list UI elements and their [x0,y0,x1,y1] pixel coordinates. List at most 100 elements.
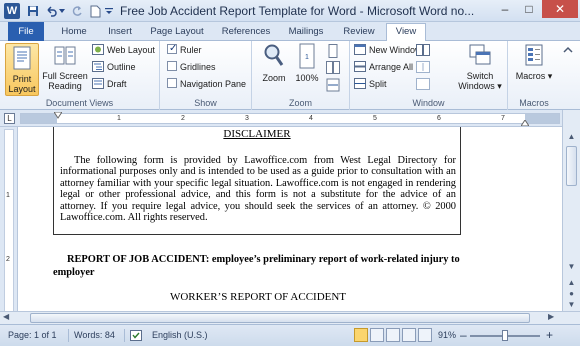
arrange-all-button[interactable]: Arrange All [354,61,413,74]
tab-selector-icon[interactable]: L [4,113,15,124]
horizontal-scrollbar[interactable]: ◀ ▶ [0,311,580,324]
new-document-icon[interactable] [88,3,102,19]
zoom-group: Zoom 1 100% Zoom [252,41,350,110]
zoom-level[interactable]: 91% [438,330,456,340]
outline-label: Outline [107,62,136,72]
switch-windows-button[interactable]: Switch Windows ▾ [458,43,502,91]
hundred-percent-button[interactable]: 1 100% [294,43,320,83]
zoom-out-button[interactable]: – [460,328,467,342]
vertical-scrollbar[interactable]: ▲ ▼ ▲ ● ▼ [562,110,580,311]
document-page[interactable]: DISCLAIMER The following form is provide… [48,127,468,311]
ruler-check-icon [167,42,177,55]
scroll-up-icon[interactable]: ▲ [565,130,578,143]
side-by-side-icon [416,44,430,58]
redo-icon[interactable] [70,3,84,19]
horizontal-scroll-thumb[interactable] [30,313,530,323]
horizontal-ruler[interactable]: 1 2 3 4 5 6 7 [20,111,560,127]
zoom-group-label: Zoom [288,98,312,108]
ruler-left-margin [21,114,57,123]
magnifier-icon [258,43,290,71]
page-width-icon [326,78,340,94]
print-layout-icon [6,46,38,72]
zoom-button[interactable]: Zoom [258,43,290,83]
macros-label: Macros ▾ [515,71,553,81]
two-pages-button[interactable] [326,61,340,74]
ruler-label: Ruler [180,45,202,55]
draft-view-icon[interactable] [418,328,432,342]
switch-windows-label-2: Windows ▾ [458,81,502,91]
full-screen-reading-icon [42,43,88,69]
tab-review[interactable]: Review [338,24,380,41]
report-heading-text: REPORT OF JOB ACCIDENT: employee’s preli… [53,254,460,278]
synchronous-scrolling-button[interactable] [416,61,430,74]
gridlines-checkbox[interactable]: Gridlines [167,61,216,74]
tab-insert[interactable]: Insert [100,24,140,41]
disclaimer-body: The following form is provided by Lawoff… [60,155,456,224]
status-bar: Page: 1 of 1 Words: 84 English (U.S.) 91… [0,324,580,346]
new-window-icon [354,44,366,55]
ruler-number: 7 [501,115,505,122]
navigation-pane-checkbox[interactable]: Navigation Pane [167,78,246,91]
ruler-number: 2 [181,115,185,122]
ruler-checkbox[interactable]: Ruler [167,42,202,57]
print-layout-view-icon[interactable] [354,328,368,342]
window-title: Free Job Accident Report Template for Wo… [120,4,475,18]
split-button[interactable]: Split [354,78,387,91]
web-layout-view-icon[interactable] [386,328,400,342]
word-app-icon[interactable]: W [4,3,20,19]
window-group: New Window Arrange All Split Switch Wind… [350,41,508,110]
macros-button[interactable]: Macros ▾ [512,43,556,81]
page-width-button[interactable] [326,78,340,94]
next-page-icon[interactable]: ▼ [565,298,578,311]
vertical-scroll-thumb[interactable] [566,146,577,186]
tab-references[interactable]: References [216,24,276,41]
macros-icon [512,43,556,69]
word-count[interactable]: Words: 84 [74,330,115,340]
ruler-bar: L 1 2 3 4 5 6 7 [0,110,580,127]
disclaimer-text: The following form is provided by Lawoff… [60,155,456,223]
zoom-slider-knob[interactable] [502,330,508,341]
full-screen-reading-button[interactable]: Full Screen Reading [42,43,88,91]
first-line-indent-marker[interactable] [53,111,63,121]
print-layout-button[interactable]: Print Layout [5,43,39,96]
ribbon-collapse-icon[interactable] [563,45,573,55]
language-indicator[interactable]: English (U.S.) [152,330,208,340]
one-page-button[interactable] [326,44,340,58]
maximize-button[interactable]: □ [518,0,540,18]
outline-view-icon[interactable] [402,328,416,342]
disclaimer-title: DISCLAIMER [223,128,291,140]
svg-text:1: 1 [305,54,309,61]
undo-dropdown-icon[interactable] [58,3,66,19]
save-icon[interactable] [26,3,40,19]
tab-view[interactable]: View [386,23,426,42]
full-screen-label-1: Full Screen [42,71,88,81]
scroll-right-icon[interactable]: ▶ [548,312,554,321]
web-layout-button[interactable]: Web Layout [92,44,155,57]
switch-windows-label-1: Switch [466,71,494,81]
ruler-right-margin [525,114,559,123]
tab-file[interactable]: File [8,22,44,41]
customize-arrow-icon[interactable] [104,3,114,19]
vertical-ruler[interactable]: 1 2 [0,127,18,324]
document-area[interactable]: DISCLAIMER The following form is provide… [18,127,562,311]
undo-icon[interactable] [44,3,58,19]
draft-button[interactable]: Draft [92,78,127,91]
macros-group: Macros ▾ Macros [508,41,560,110]
tab-mailings[interactable]: Mailings [282,24,330,41]
close-button[interactable]: ✕ [542,0,578,18]
show-group: Ruler Gridlines Navigation Pane Show [160,41,252,110]
proofing-icon[interactable] [130,330,142,343]
tab-page-layout[interactable]: Page Layout [146,24,208,41]
reset-window-position-button[interactable] [416,78,430,91]
arrange-all-icon [354,61,366,72]
minimize-button[interactable]: – [494,0,516,18]
zoom-in-button[interactable]: + [546,328,553,342]
tab-home[interactable]: Home [54,24,94,41]
scroll-left-icon[interactable]: ◀ [3,312,9,321]
page-count[interactable]: Page: 1 of 1 [8,330,57,340]
new-window-button[interactable]: New Window [354,44,422,57]
full-screen-view-icon[interactable] [370,328,384,342]
view-side-by-side-button[interactable] [416,44,430,57]
scroll-down-icon[interactable]: ▼ [565,260,578,273]
outline-button[interactable]: Outline [92,61,136,74]
